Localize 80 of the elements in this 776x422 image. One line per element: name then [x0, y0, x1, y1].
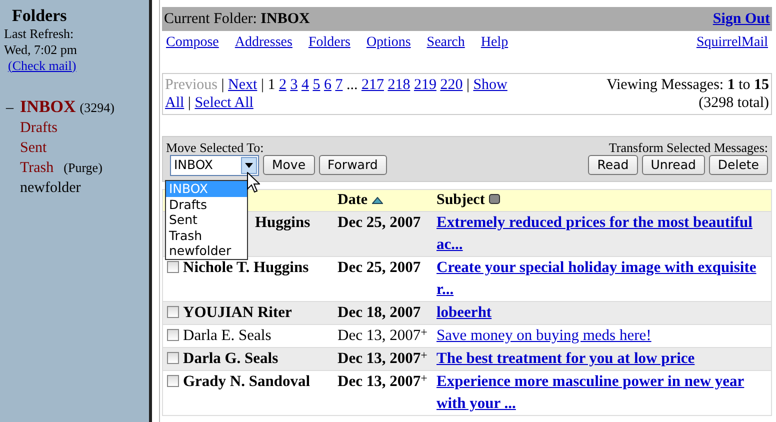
- refresh-time: Wed, 7:02 pm: [4, 42, 78, 58]
- total-count: (3298 total): [698, 94, 769, 112]
- folder-link[interactable]: Sent: [20, 138, 47, 158]
- sidebar-title: Folders: [12, 6, 68, 26]
- message-checkbox[interactable]: [167, 328, 179, 341]
- page-link[interactable]: Show: [473, 76, 508, 93]
- message-checkbox[interactable]: [167, 352, 179, 364]
- page-link[interactable]: 6: [324, 76, 332, 93]
- action-button[interactable]: Unread: [642, 155, 705, 176]
- page-link[interactable]: 220: [440, 76, 463, 93]
- page-link[interactable]: Select All: [194, 94, 254, 111]
- message-checkbox[interactable]: [167, 374, 179, 387]
- message-checkbox[interactable]: [167, 306, 179, 318]
- separator: |: [188, 94, 191, 111]
- menu-link[interactable]: Search: [426, 35, 465, 52]
- message-date: Dec 25, 2007: [338, 258, 421, 276]
- dropdown-option[interactable]: newfolder: [166, 243, 247, 258]
- separator: |: [221, 76, 224, 93]
- menu-link[interactable]: Folders: [308, 35, 350, 52]
- transform-label: Transform Selected Messages:: [608, 140, 768, 156]
- message-checkbox[interactable]: [167, 260, 179, 273]
- subject-link[interactable]: Save money on buying meds here!: [436, 324, 769, 347]
- move-label: Move Selected To:: [166, 140, 265, 156]
- folder-link[interactable]: newfolder: [20, 178, 81, 198]
- collapse-marker[interactable]: –: [4, 98, 20, 118]
- viewing-messages: Viewing Messages: 1 to 15: [606, 76, 769, 94]
- flag-label: +: [420, 324, 428, 339]
- action-button[interactable]: Delete: [708, 155, 768, 176]
- page-link[interactable]: 5: [312, 76, 320, 93]
- flag-label: +: [420, 348, 428, 362]
- refresh-label: Last Refresh:: [4, 26, 75, 42]
- sender-name: Nichole T. Huggins: [183, 258, 309, 276]
- page-link[interactable]: 218: [388, 76, 410, 93]
- sender-name: Darla E. Seals: [183, 326, 272, 344]
- purge-link[interactable]: (Purge): [64, 158, 102, 178]
- message-date: Dec 13, 2007: [338, 350, 421, 367]
- page-link[interactable]: 217: [361, 76, 384, 93]
- sender-name: Darla G. Seals: [183, 350, 278, 367]
- current-folder-label: Current Folder: INBOX: [164, 10, 310, 28]
- unread-count: (3294): [80, 99, 114, 118]
- dropdown-option[interactable]: Trash: [166, 228, 247, 243]
- separator: |: [466, 76, 470, 93]
- folder-link[interactable]: Trash: [20, 158, 54, 178]
- flag-label: +: [420, 370, 428, 385]
- page-link[interactable]: 2: [278, 76, 286, 93]
- page-link[interactable]: All: [165, 94, 184, 111]
- folder-link[interactable]: Drafts: [20, 118, 58, 138]
- move-button[interactable]: Forward: [318, 155, 387, 176]
- message-date: Dec 13, 2007: [338, 326, 421, 344]
- sender-name: Grady N. Sandoval: [183, 372, 310, 390]
- menu-link[interactable]: Compose: [166, 35, 219, 52]
- current-page: 1: [268, 76, 276, 93]
- action-button[interactable]: Read: [588, 155, 638, 176]
- move-button[interactable]: Move: [263, 155, 315, 176]
- dropdown-option[interactable]: Sent: [166, 212, 247, 228]
- separator: |: [260, 76, 264, 93]
- menu-link[interactable]: Help: [480, 35, 508, 52]
- sender-name: YOUJIAN Riter: [183, 304, 292, 321]
- subject-link[interactable]: Experience more masculine power in new year with your ...: [436, 370, 769, 415]
- sign-out-link[interactable]: Sign Out: [712, 10, 770, 28]
- message-date: Dec 13, 2007: [338, 372, 421, 390]
- folder-select[interactable]: INBOX: [170, 155, 259, 176]
- check-mail-link[interactable]: (Check mail): [8, 58, 76, 73]
- page-link[interactable]: Next: [228, 76, 258, 93]
- sort-icon[interactable]: [488, 194, 500, 204]
- menu-link[interactable]: Options: [366, 35, 411, 52]
- brand-link[interactable]: SquirrelMail: [696, 35, 768, 52]
- page-link[interactable]: 7: [335, 76, 343, 93]
- page-link[interactable]: 219: [414, 76, 436, 93]
- separator: ...: [346, 76, 358, 93]
- page-link[interactable]: 4: [301, 76, 309, 93]
- message-date: Dec 25, 2007: [338, 214, 421, 231]
- sort-ascending-icon[interactable]: [372, 197, 382, 204]
- folder-link[interactable]: INBOX: [20, 97, 76, 118]
- subject-link[interactable]: Create your special holiday image with exquisite r...: [436, 256, 769, 301]
- page-link[interactable]: 3: [290, 76, 298, 93]
- menu-link[interactable]: Addresses: [234, 35, 292, 52]
- message-date: Dec 18, 2007: [338, 304, 421, 321]
- sender-name: Huggins: [255, 214, 310, 231]
- column-header[interactable]: Subject: [436, 192, 485, 208]
